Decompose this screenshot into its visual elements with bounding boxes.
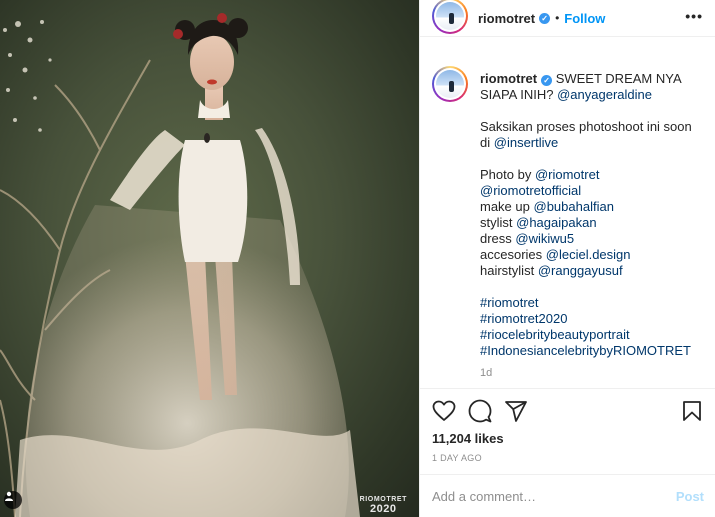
comment-icon[interactable]	[468, 399, 492, 423]
hashtag-link[interactable]: #riomotret2020	[480, 311, 567, 326]
post-date[interactable]: 1 DAY AGO	[432, 453, 704, 463]
bodysuit	[178, 140, 248, 262]
caption-row: riomotret ✓ SWEET DREAM NYA SIAPA INIH? @…	[432, 54, 704, 381]
bookmark-icon[interactable]	[680, 399, 704, 423]
caption-text: riomotret ✓ SWEET DREAM NYA SIAPA INIH? @…	[480, 71, 704, 381]
credit-line: Photo by @riomotret	[480, 167, 704, 183]
post-button[interactable]: Post	[676, 489, 704, 504]
lips	[207, 79, 217, 85]
credit-line: dress @wikiwu5	[480, 231, 704, 247]
follow-button[interactable]: Follow	[564, 11, 605, 26]
cape-left	[110, 130, 185, 210]
credit-line: stylist @hagaipakan	[480, 215, 704, 231]
caption-line-1: riomotret ✓ SWEET DREAM NYA SIAPA INIH? @…	[480, 71, 704, 103]
action-icons	[432, 399, 704, 423]
more-icon[interactable]: •••	[685, 9, 703, 23]
watermark-line-1: RIOMOTRET	[359, 496, 407, 503]
credit-label: hairstylist	[480, 263, 535, 278]
post-side-panel: riomotret ✓ • Follow ••• riomotret ✓ SWEE…	[419, 0, 715, 517]
hashtag-link[interactable]: #riomotret	[480, 295, 539, 310]
instagram-post-modal: RIOMOTRET 2020 riomotret ✓ • Follow ••• …	[0, 0, 715, 517]
mention-link[interactable]: @riomotret	[535, 167, 600, 182]
post-header: riomotret ✓ • Follow •••	[420, 0, 715, 37]
caption-username[interactable]: riomotret	[480, 71, 537, 86]
caption-avatar[interactable]	[432, 66, 468, 102]
credit-line: make up @bubahalfian	[480, 199, 704, 215]
comment-input[interactable]	[432, 488, 676, 504]
share-icon[interactable]	[504, 399, 528, 423]
header-username[interactable]: riomotret	[478, 11, 535, 26]
photo-watermark: RIOMOTRET 2020	[360, 496, 407, 515]
heart-icon[interactable]	[432, 399, 456, 423]
user-tag-icon[interactable]	[4, 491, 22, 509]
post-actions: 11,204 likes 1 DAY AGO	[420, 388, 715, 463]
mention-link[interactable]: @wikiwu5	[515, 231, 574, 246]
photo-illustration	[0, 13, 360, 517]
verified-icon: ✓	[539, 12, 551, 24]
credit-label: Photo by	[480, 167, 532, 182]
pendant	[204, 133, 210, 143]
hashtag-line: #riocelebritybeautyportrait	[480, 327, 704, 343]
mention-link[interactable]: @hagaipakan	[516, 215, 596, 230]
watermark-line-2: 2020	[370, 503, 397, 515]
post-photo[interactable]: RIOMOTRET 2020	[0, 0, 419, 517]
mention-link[interactable]: @riomotretofficial	[480, 183, 581, 198]
hashtag-link[interactable]: #IndonesiancelebritybyRIOMOTRET	[480, 343, 691, 358]
credit-line: @riomotretofficial	[480, 183, 704, 199]
verified-icon: ✓	[541, 75, 553, 86]
mention-link[interactable]: @leciel.design	[546, 247, 631, 262]
caption-area[interactable]: riomotret ✓ SWEET DREAM NYA SIAPA INIH? @…	[420, 54, 715, 386]
header-separator: •	[555, 11, 560, 25]
hashtag-line: #riomotret2020	[480, 311, 704, 327]
mention-link[interactable]: @insertlive	[494, 135, 559, 150]
credit-label: accesories	[480, 247, 543, 262]
credit-label: make up	[480, 199, 530, 214]
mention-link[interactable]: @anyageraldine	[557, 87, 652, 102]
add-comment-bar: Post	[420, 474, 715, 517]
credit-label: stylist	[480, 215, 513, 230]
likes-count[interactable]: 11,204 likes	[432, 431, 704, 446]
mention-link[interactable]: @bubahalfian	[534, 199, 614, 214]
avatar[interactable]	[432, 0, 468, 34]
hashtag-link[interactable]: #riocelebritybeautyportrait	[480, 327, 630, 342]
credit-line: accesories @leciel.design	[480, 247, 704, 263]
hashtag-line: #riomotret	[480, 295, 704, 311]
white-blossoms	[3, 20, 52, 132]
credit-line: hairstylist @ranggayusuf	[480, 263, 704, 279]
caption-age: 1d	[480, 367, 493, 379]
credit-label: dress	[480, 231, 512, 246]
hashtag-line: #IndonesiancelebritybyRIOMOTRET	[480, 343, 704, 359]
caption-line-saksikan: Saksikan proses photoshoot ini soon di @…	[480, 119, 704, 151]
mention-link[interactable]: @ranggayusuf	[538, 263, 623, 278]
